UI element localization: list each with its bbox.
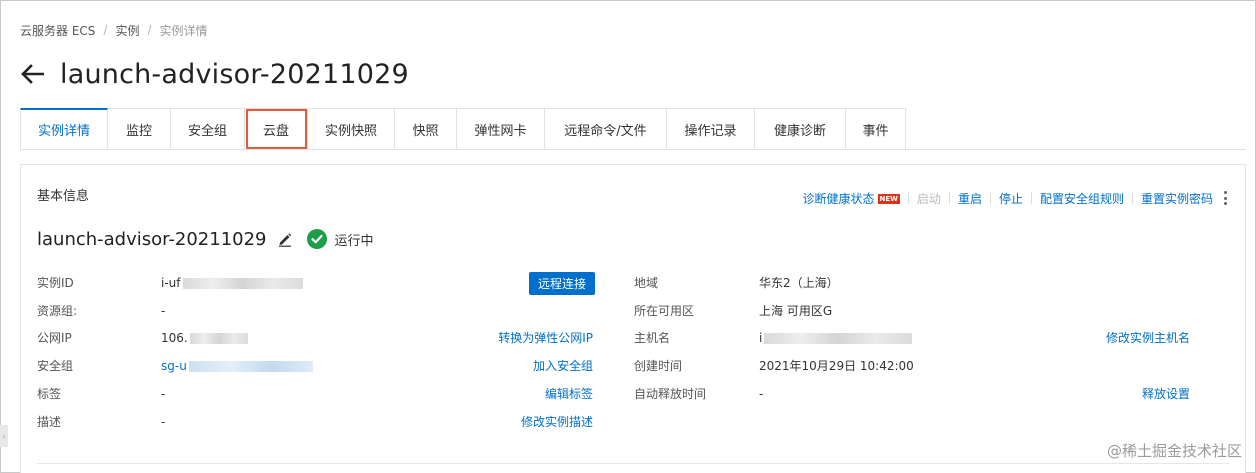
redacted-blur — [182, 278, 303, 289]
breadcrumb-ecs[interactable]: 云服务器 ECS — [20, 22, 95, 39]
tab-health-diagnosis[interactable]: 健康诊断 — [755, 108, 846, 150]
tab-cloud-disk[interactable]: 云盘 — [245, 108, 308, 150]
watermark: @稀土掘金技术社区 — [1106, 442, 1242, 460]
hostname-label: 主机名 — [634, 331, 671, 345]
instance-heading: launch-advisor-20211029 运行中 — [37, 227, 374, 251]
tab-snapshot[interactable]: 快照 — [395, 108, 457, 150]
created-value: 2021年10月29日 10:42:00 — [759, 359, 914, 373]
zone-label: 所在可用区 — [634, 304, 695, 318]
check-circle-icon — [306, 229, 327, 249]
region-value: 华东2（上海） — [759, 276, 839, 290]
section-title: 基本信息 — [37, 189, 90, 204]
instance-id-text: i-uf — [161, 276, 181, 290]
instance-name: launch-advisor-20211029 — [37, 228, 267, 250]
tags-value: - — [161, 387, 166, 401]
breadcrumb-instances[interactable]: 实例 — [115, 22, 139, 39]
action-divider — [907, 192, 909, 204]
restart-link[interactable]: 重启 — [958, 190, 982, 207]
tab-monitoring[interactable]: 监控 — [108, 108, 171, 150]
resource-group-value: - — [161, 304, 166, 318]
more-vertical-icon[interactable] — [1223, 191, 1227, 205]
region-label: 地域 — [634, 276, 659, 290]
edit-description-link[interactable]: 修改实例描述 — [521, 414, 593, 430]
new-badge: NEW — [877, 193, 900, 204]
back-arrow-icon[interactable] — [20, 63, 46, 85]
resource-group-label: 资源组: — [37, 304, 78, 318]
tab-eni[interactable]: 弹性网卡 — [457, 108, 545, 150]
instance-id-label: 实例ID — [37, 276, 74, 290]
hostname-value: i — [759, 330, 913, 346]
public-ip-value: 106. — [161, 330, 248, 346]
public-ip-text: 106. — [161, 331, 188, 345]
created-label: 创建时间 — [634, 359, 683, 373]
description-label: 描述 — [37, 415, 62, 429]
action-divider — [1030, 192, 1032, 204]
security-group-value[interactable]: sg-u — [161, 358, 313, 374]
detail-tabs: 实例详情 监控 安全组 云盘 实例快照 快照 弹性网卡 远程命令/文件 操作记录… — [20, 108, 906, 150]
remote-connect-button[interactable]: 远程连接 — [529, 272, 595, 295]
edit-pencil-icon[interactable] — [277, 231, 293, 247]
diagnose-health-label: 诊断健康状态 — [802, 191, 875, 206]
basic-info-panel: 基本信息 诊断健康状态 NEW 启动 重启 停止 配置安全组规则 重置实例密码 l… — [20, 164, 1246, 473]
status-text: 运行中 — [334, 233, 374, 249]
redacted-blur — [188, 361, 313, 372]
tags-label: 标签 — [37, 387, 62, 401]
redacted-blur — [764, 333, 913, 344]
action-divider — [1131, 192, 1133, 204]
instance-id-value: i-uf — [161, 275, 303, 291]
tab-instance-snapshot[interactable]: 实例快照 — [308, 108, 395, 150]
tab-operation-log[interactable]: 操作记录 — [667, 108, 755, 150]
tab-events[interactable]: 事件 — [846, 108, 906, 150]
panel-divider — [37, 463, 1229, 464]
public-ip-label: 公网IP — [37, 331, 72, 345]
action-divider — [948, 192, 950, 204]
zone-value: 上海 可用区G — [759, 304, 833, 318]
breadcrumb-separator: / — [103, 23, 108, 37]
auto-release-value: - — [759, 387, 764, 401]
breadcrumb-instance-detail: 实例详情 — [159, 23, 208, 38]
reset-password-link[interactable]: 重置实例密码 — [1141, 190, 1213, 207]
start-link[interactable]: 启动 — [917, 190, 941, 207]
page-header: launch-advisor-20211029 — [20, 54, 409, 94]
hostname-text: i — [759, 331, 763, 345]
auto-release-label: 自动释放时间 — [634, 387, 707, 401]
security-group-label: 安全组 — [37, 359, 74, 373]
edit-hostname-link[interactable]: 修改实例主机名 — [1106, 330, 1190, 346]
config-security-rules-link[interactable]: 配置安全组规则 — [1040, 190, 1124, 207]
page-title: launch-advisor-20211029 — [60, 58, 409, 90]
join-security-group-link[interactable]: 加入安全组 — [533, 358, 593, 374]
tab-instance-detail[interactable]: 实例详情 — [20, 108, 108, 150]
redacted-blur — [189, 333, 248, 344]
edit-tags-link[interactable]: 编辑标签 — [545, 386, 593, 402]
release-settings-link[interactable]: 释放设置 — [1142, 386, 1190, 402]
breadcrumb-separator: / — [147, 23, 152, 37]
collapse-sidebar-icon[interactable]: ‹ — [0, 425, 8, 447]
action-bar: 诊断健康状态 NEW 启动 重启 停止 配置安全组规则 重置实例密码 — [803, 190, 1227, 206]
action-divider — [989, 192, 991, 204]
security-group-text: sg-u — [161, 359, 187, 373]
stop-link[interactable]: 停止 — [999, 190, 1023, 207]
tab-security-group[interactable]: 安全组 — [171, 108, 245, 150]
instance-status: 运行中 — [306, 229, 374, 249]
tabs-divider — [20, 149, 1246, 150]
tab-remote-command[interactable]: 远程命令/文件 — [545, 108, 667, 150]
breadcrumb: 云服务器 ECS / 实例 / 实例详情 — [20, 22, 208, 38]
diagnose-health-link[interactable]: 诊断健康状态 NEW — [803, 190, 900, 207]
description-value: - — [161, 415, 166, 429]
convert-eip-link[interactable]: 转换为弹性公网IP — [498, 330, 593, 346]
